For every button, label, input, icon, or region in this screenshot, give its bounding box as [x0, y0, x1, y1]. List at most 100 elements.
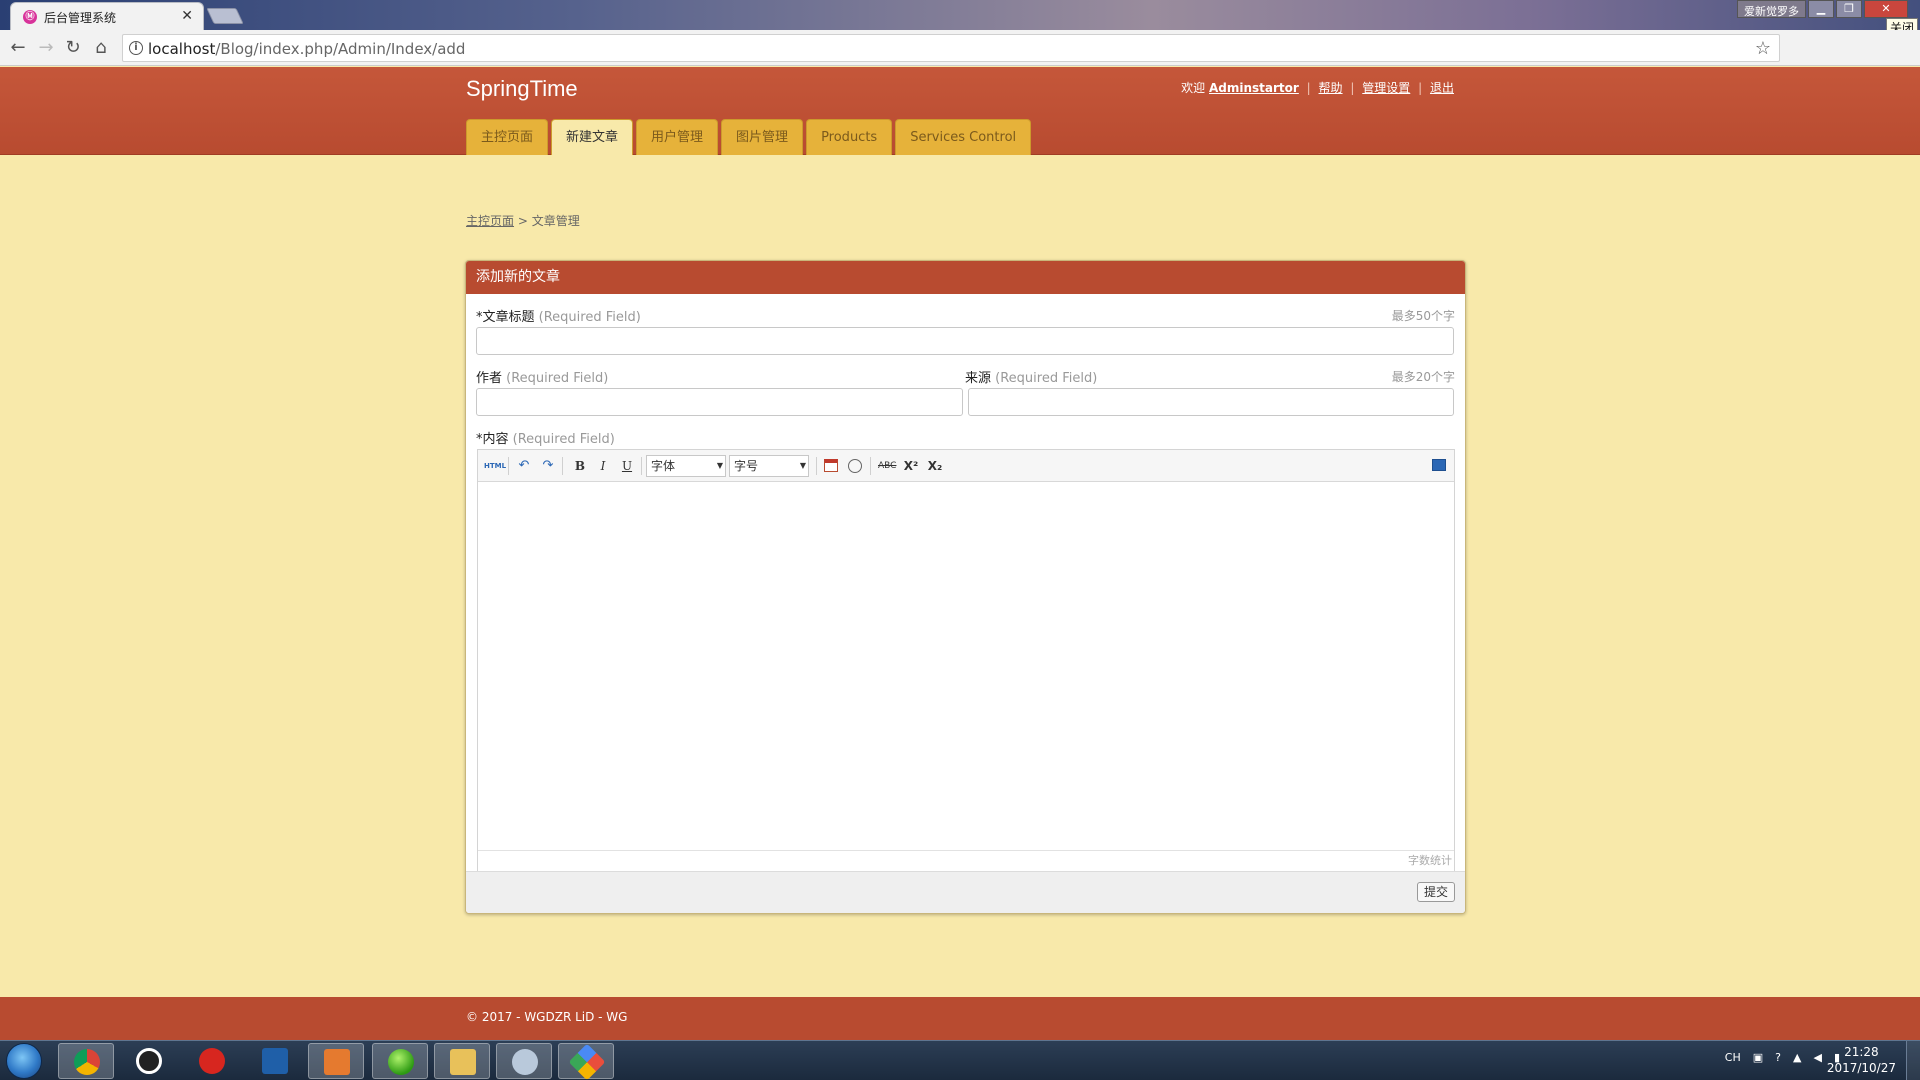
taskbar-music[interactable] [184, 1043, 240, 1079]
code-editor-icon [324, 1049, 350, 1075]
nav-tab-services[interactable]: Services Control [895, 119, 1032, 155]
toolbar-divider [816, 457, 817, 475]
superscript-button[interactable]: X² [902, 458, 920, 474]
home-icon[interactable]: ⌂ [91, 38, 111, 58]
nav-tab-dashboard[interactable]: 主控页面 [466, 119, 549, 155]
taskbar-explorer[interactable] [434, 1043, 490, 1079]
font-family-select[interactable]: 字体 ▼ [646, 455, 726, 477]
url-text: localhost/Blog/index.php/Admin/Index/add [148, 40, 466, 58]
back-arrow-icon[interactable]: ← [8, 38, 28, 58]
music-icon [199, 1048, 225, 1074]
clock-time: 21:28 [1844, 1045, 1879, 1059]
bold-button[interactable]: B [573, 458, 587, 474]
language-indicator[interactable]: CH [1725, 1051, 1741, 1064]
redo-icon[interactable]: ↷ [540, 458, 556, 474]
subscript-button[interactable]: X₂ [926, 458, 944, 474]
logout-link[interactable]: 退出 [1430, 81, 1454, 95]
tab-title: 后台管理系统 [44, 11, 117, 25]
app-diamond-icon [568, 1043, 606, 1080]
author-input[interactable] [476, 388, 963, 416]
panel-title: 添加新的文章 [466, 261, 1465, 294]
bookmark-star-icon[interactable]: ☆ [1755, 38, 1771, 59]
toolbar-divider [508, 457, 509, 475]
separator: | [1306, 81, 1311, 95]
settings-link[interactable]: 管理设置 [1362, 81, 1410, 95]
os-taskbar: CH ▣ ? ▲ ◀ ▮ 21:28 2017/10/27 [0, 1040, 1920, 1080]
input-method-icon[interactable]: ▣ [1753, 1051, 1763, 1064]
separator: | [1350, 81, 1355, 95]
toolbar-divider [562, 457, 563, 475]
browser-tab[interactable]: Ⓜ 后台管理系统 ✕ [10, 2, 204, 30]
maximize-button[interactable]: ❐ [1836, 0, 1862, 18]
address-bar[interactable]: i localhost/Blog/index.php/Admin/Index/a… [122, 34, 1780, 62]
site-brand[interactable]: SpringTime [466, 76, 578, 102]
paint-palette-icon [512, 1049, 538, 1075]
forward-arrow-icon[interactable]: → [36, 38, 56, 58]
breadcrumb-current: 文章管理 [531, 214, 580, 228]
help-icon[interactable]: ? [1775, 1051, 1781, 1064]
nav-tab-images[interactable]: 图片管理 [721, 119, 804, 155]
site-favicon-icon: Ⓜ [23, 10, 37, 24]
user-bar: 欢迎 Adminstartor | 帮助 | 管理设置 | 退出 [1181, 79, 1454, 96]
taskbar-green-app[interactable] [372, 1043, 428, 1079]
new-tab-button[interactable] [206, 8, 244, 24]
add-article-panel: 添加新的文章 *文章标题 (Required Field) 最多50个字 作者 … [465, 260, 1466, 914]
taskbar-qq[interactable] [121, 1043, 177, 1079]
system-tray: CH ▣ ? ▲ ◀ ▮ [1725, 1051, 1840, 1064]
system-clock[interactable]: 21:28 2017/10/27 [1827, 1044, 1896, 1076]
editor-content-area[interactable] [478, 482, 1454, 851]
help-link[interactable]: 帮助 [1319, 81, 1343, 95]
minimize-button[interactable]: ▁ [1808, 0, 1834, 18]
submit-button[interactable]: 提交 [1416, 882, 1455, 902]
title-hint: 最多50个字 [1391, 309, 1455, 323]
taskbar-chrome[interactable] [58, 1043, 114, 1079]
editor-toolbar: HTML ↶ ↷ B I U 字体 ▼ 字号 ▼ ABC X² X₂ [478, 450, 1454, 482]
site-header: SpringTime 欢迎 Adminstartor | 帮助 | 管理设置 |… [0, 67, 1920, 155]
underline-button[interactable]: U [620, 458, 634, 474]
reload-icon[interactable]: ↻ [63, 38, 83, 58]
title-label: *文章标题 (Required Field) [476, 310, 641, 325]
word-count: 字数统计 [478, 850, 1454, 871]
start-button[interactable] [6, 1043, 42, 1079]
title-input[interactable] [476, 327, 1454, 355]
tray-expand-icon[interactable]: ▲ [1793, 1051, 1801, 1064]
author-label: 作者 (Required Field) [476, 371, 609, 386]
clock-icon[interactable] [848, 459, 862, 473]
terminal-icon [262, 1048, 288, 1074]
fullscreen-icon[interactable] [1432, 459, 1446, 471]
username-link[interactable]: Adminstartor [1209, 81, 1299, 95]
toolbar-divider [870, 457, 871, 475]
taskbar-git[interactable] [558, 1043, 614, 1080]
font-size-select[interactable]: 字号 ▼ [729, 455, 809, 477]
html-source-button[interactable]: HTML [484, 458, 506, 474]
taskbar-powershell[interactable] [247, 1043, 303, 1079]
welcome-text: 欢迎 [1181, 81, 1206, 95]
site-footer: © 2017 - WGDZR LiD - WG [0, 997, 1920, 1040]
chevron-down-icon: ▼ [716, 461, 723, 470]
taskbar-visual-studio[interactable] [308, 1043, 364, 1079]
breadcrumb: 主控页面 > 文章管理 [466, 212, 580, 229]
taskbar-paint[interactable] [496, 1043, 552, 1079]
window-user-label: 爱新觉罗多 [1737, 0, 1806, 18]
volume-icon[interactable]: ◀ [1813, 1051, 1821, 1064]
folder-icon [450, 1049, 476, 1075]
toolbar-divider [641, 457, 642, 475]
strikethrough-button[interactable]: ABC [878, 458, 896, 474]
nav-tab-products[interactable]: Products [806, 119, 893, 155]
site-info-icon[interactable]: i [129, 41, 143, 55]
undo-icon[interactable]: ↶ [516, 458, 532, 474]
tab-close-icon[interactable]: ✕ [181, 8, 193, 24]
penguin-icon [136, 1048, 162, 1074]
source-input[interactable] [968, 388, 1454, 416]
nav-tab-users[interactable]: 用户管理 [636, 119, 719, 155]
source-label: 来源 (Required Field) [965, 371, 1098, 386]
nav-tab-new-article[interactable]: 新建文章 [551, 119, 634, 155]
show-desktop-button[interactable] [1906, 1041, 1920, 1080]
chevron-down-icon: ▼ [799, 461, 806, 470]
breadcrumb-home-link[interactable]: 主控页面 [466, 214, 514, 228]
calendar-icon[interactable] [824, 459, 838, 472]
copyright-text: © 2017 - WGDZR LiD - WG [466, 1010, 628, 1024]
italic-button[interactable]: I [596, 458, 610, 474]
window-close-button[interactable]: ✕ [1864, 0, 1908, 18]
browser-tab-strip: Ⓜ 后台管理系统 ✕ 爱新觉罗多 ▁ ❐ ✕ 关闭 [0, 0, 1920, 38]
